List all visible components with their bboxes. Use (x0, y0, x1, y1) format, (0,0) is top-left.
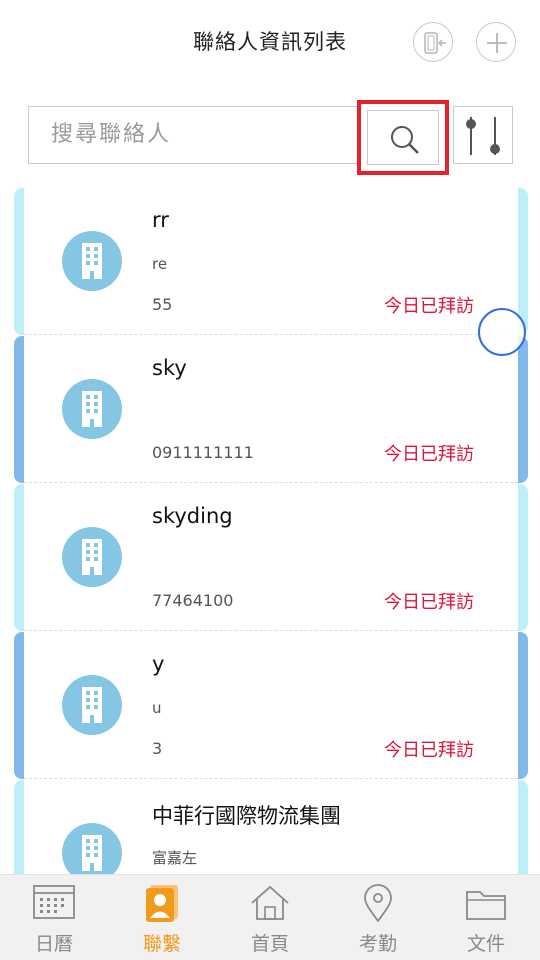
filter-button[interactable] (453, 106, 513, 164)
divider (24, 482, 518, 483)
switch-button[interactable] (413, 22, 453, 62)
contact-subtitle: u (152, 699, 162, 717)
divider (24, 630, 518, 631)
calendar-icon (33, 885, 75, 919)
magnifier-icon (391, 126, 419, 154)
contact-card[interactable]: sky 0911111111 今日已拜訪 (14, 336, 528, 483)
card-edge (518, 188, 528, 335)
company-avatar (62, 527, 122, 587)
card-edge (518, 336, 528, 483)
contact-name: y (152, 652, 165, 676)
phone-switch-icon (424, 32, 446, 54)
building-icon (82, 243, 102, 279)
visit-status: 今日已拜訪 (384, 444, 474, 465)
company-avatar (62, 675, 122, 735)
divider (24, 778, 518, 779)
nav-item-attendance[interactable]: 考勤 (324, 875, 432, 960)
building-icon (82, 391, 102, 427)
contact-name: sky (152, 356, 187, 380)
contact-subtitle: 富嘉左 (152, 849, 198, 867)
building-icon (82, 687, 102, 723)
nav-label: 考勤 (358, 933, 397, 955)
contact-card[interactable]: rr re 55 今日已拜訪 (14, 188, 528, 335)
folder-icon (466, 891, 506, 920)
nav-item-home[interactable]: 首頁 (216, 875, 324, 960)
contact-name: rr (152, 208, 169, 232)
contact-card[interactable]: y u 3 今日已拜訪 (14, 632, 528, 779)
card-edge (518, 484, 528, 631)
contact-list[interactable]: rr re 55 今日已拜訪 sky 0911111111 今日已拜訪 skyd… (14, 188, 528, 874)
search-button-highlight[interactable] (357, 100, 449, 175)
company-avatar (62, 823, 122, 874)
page-title: 聯絡人資訊列表 (193, 30, 347, 54)
card-edge (14, 336, 24, 483)
header: 聯絡人資訊列表 (0, 0, 540, 86)
home-icon (251, 885, 289, 920)
contact-phone: 0911111111 (152, 443, 254, 462)
nav-label: 文件 (466, 933, 505, 955)
visit-status: 今日已拜訪 (384, 740, 474, 761)
contact-name: 中菲行國際物流集團 (152, 804, 341, 828)
visit-status: 今日已拜訪 (384, 296, 474, 317)
building-icon (82, 835, 102, 871)
contact-card[interactable]: skyding 77464100 今日已拜訪 (14, 484, 528, 631)
contact-phone: 55 (152, 295, 173, 314)
nav-item-calendar[interactable]: 日曆 (0, 875, 108, 960)
contact-name: skyding (152, 504, 233, 528)
card-edge (518, 632, 528, 779)
contact-card[interactable]: 中菲行國際物流集團 富嘉左 (14, 780, 528, 874)
search-input[interactable] (29, 107, 359, 162)
nav-label: 聯繫 (142, 933, 181, 955)
location-pin-icon (364, 884, 392, 923)
divider (24, 334, 518, 335)
card-edge (14, 188, 24, 335)
nav-label: 首頁 (250, 933, 289, 955)
card-edge (14, 780, 24, 874)
nav-item-documents[interactable]: 文件 (432, 875, 540, 960)
contact-card-icon (146, 885, 178, 922)
card-edge (14, 484, 24, 631)
contact-phone: 3 (152, 739, 163, 758)
plus-icon (487, 33, 507, 53)
contact-phone: 77464100 (152, 591, 234, 610)
building-icon (82, 539, 102, 575)
nav-item-contacts[interactable]: 聯繫 (108, 875, 216, 960)
card-edge (518, 780, 528, 874)
card-edge (14, 632, 24, 779)
slider-filter-icon (466, 117, 500, 155)
contact-subtitle: re (152, 255, 168, 273)
company-avatar (62, 231, 122, 291)
bottom-nav: 日曆 聯繫 首頁 考勤 文件 (0, 874, 540, 960)
company-avatar (62, 379, 122, 439)
floating-assistive-button[interactable] (478, 308, 526, 356)
visit-status: 今日已拜訪 (384, 592, 474, 613)
nav-label: 日曆 (34, 933, 73, 955)
search-button[interactable] (367, 110, 439, 165)
add-contact-button[interactable] (476, 22, 516, 62)
